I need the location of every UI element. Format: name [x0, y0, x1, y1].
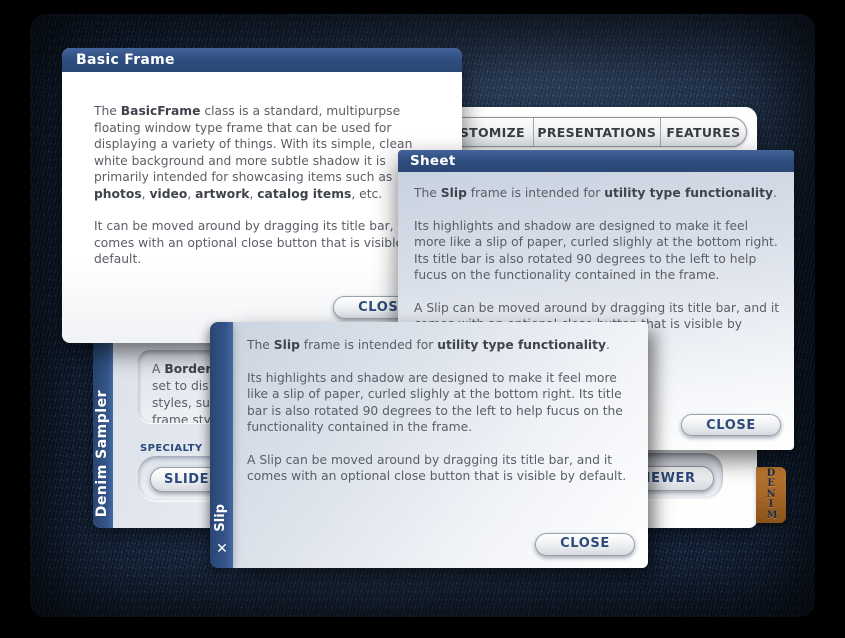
sheet-paragraph: Its highlights and shadow are designed t… — [414, 218, 778, 283]
sheet-close-button[interactable]: CLOSE — [681, 414, 781, 436]
slip-titlebar[interactable]: Slip ✕ — [210, 322, 233, 568]
slip-body: The Slip frame is intended for utility t… — [233, 322, 648, 568]
denim-tag: DENIM — [756, 467, 786, 523]
close-icon[interactable]: ✕ — [213, 540, 231, 558]
denim-sampler-title: Denim Sampler — [94, 389, 110, 517]
slip-paragraph: The Slip frame is intended for utility t… — [247, 338, 610, 352]
slip-paragraph: A Slip can be moved around by dragging i… — [247, 452, 627, 484]
tab-bar: CUSTOMIZE PRESENTATIONS FEATURES — [431, 117, 747, 147]
slip-paragraph: Its highlights and shadow are designed t… — [247, 370, 623, 435]
viewport: CUSTOMIZE PRESENTATIONS FEATURES A Borde… — [0, 0, 845, 638]
basic-frame-paragraph: The BasicFrame class is a standard, mult… — [94, 104, 413, 201]
denim-tag-label: DENIM — [766, 467, 778, 521]
sheet-titlebar[interactable]: Sheet — [398, 150, 794, 172]
slip-close-button[interactable]: CLOSE — [535, 533, 635, 556]
slip-window: The Slip frame is intended for utility t… — [210, 322, 648, 568]
specialty-label: SPECIALTY — [140, 443, 203, 454]
sheet-paragraph: The Slip frame is intended for utility t… — [414, 186, 777, 200]
slip-title: Slip — [213, 504, 228, 532]
tab-features[interactable]: FEATURES — [659, 118, 746, 146]
tab-presentations[interactable]: PRESENTATIONS — [532, 118, 660, 146]
basic-frame-titlebar[interactable]: Basic Frame — [62, 48, 462, 72]
basic-frame-paragraph: It can be moved around by dragging its t… — [94, 219, 423, 266]
